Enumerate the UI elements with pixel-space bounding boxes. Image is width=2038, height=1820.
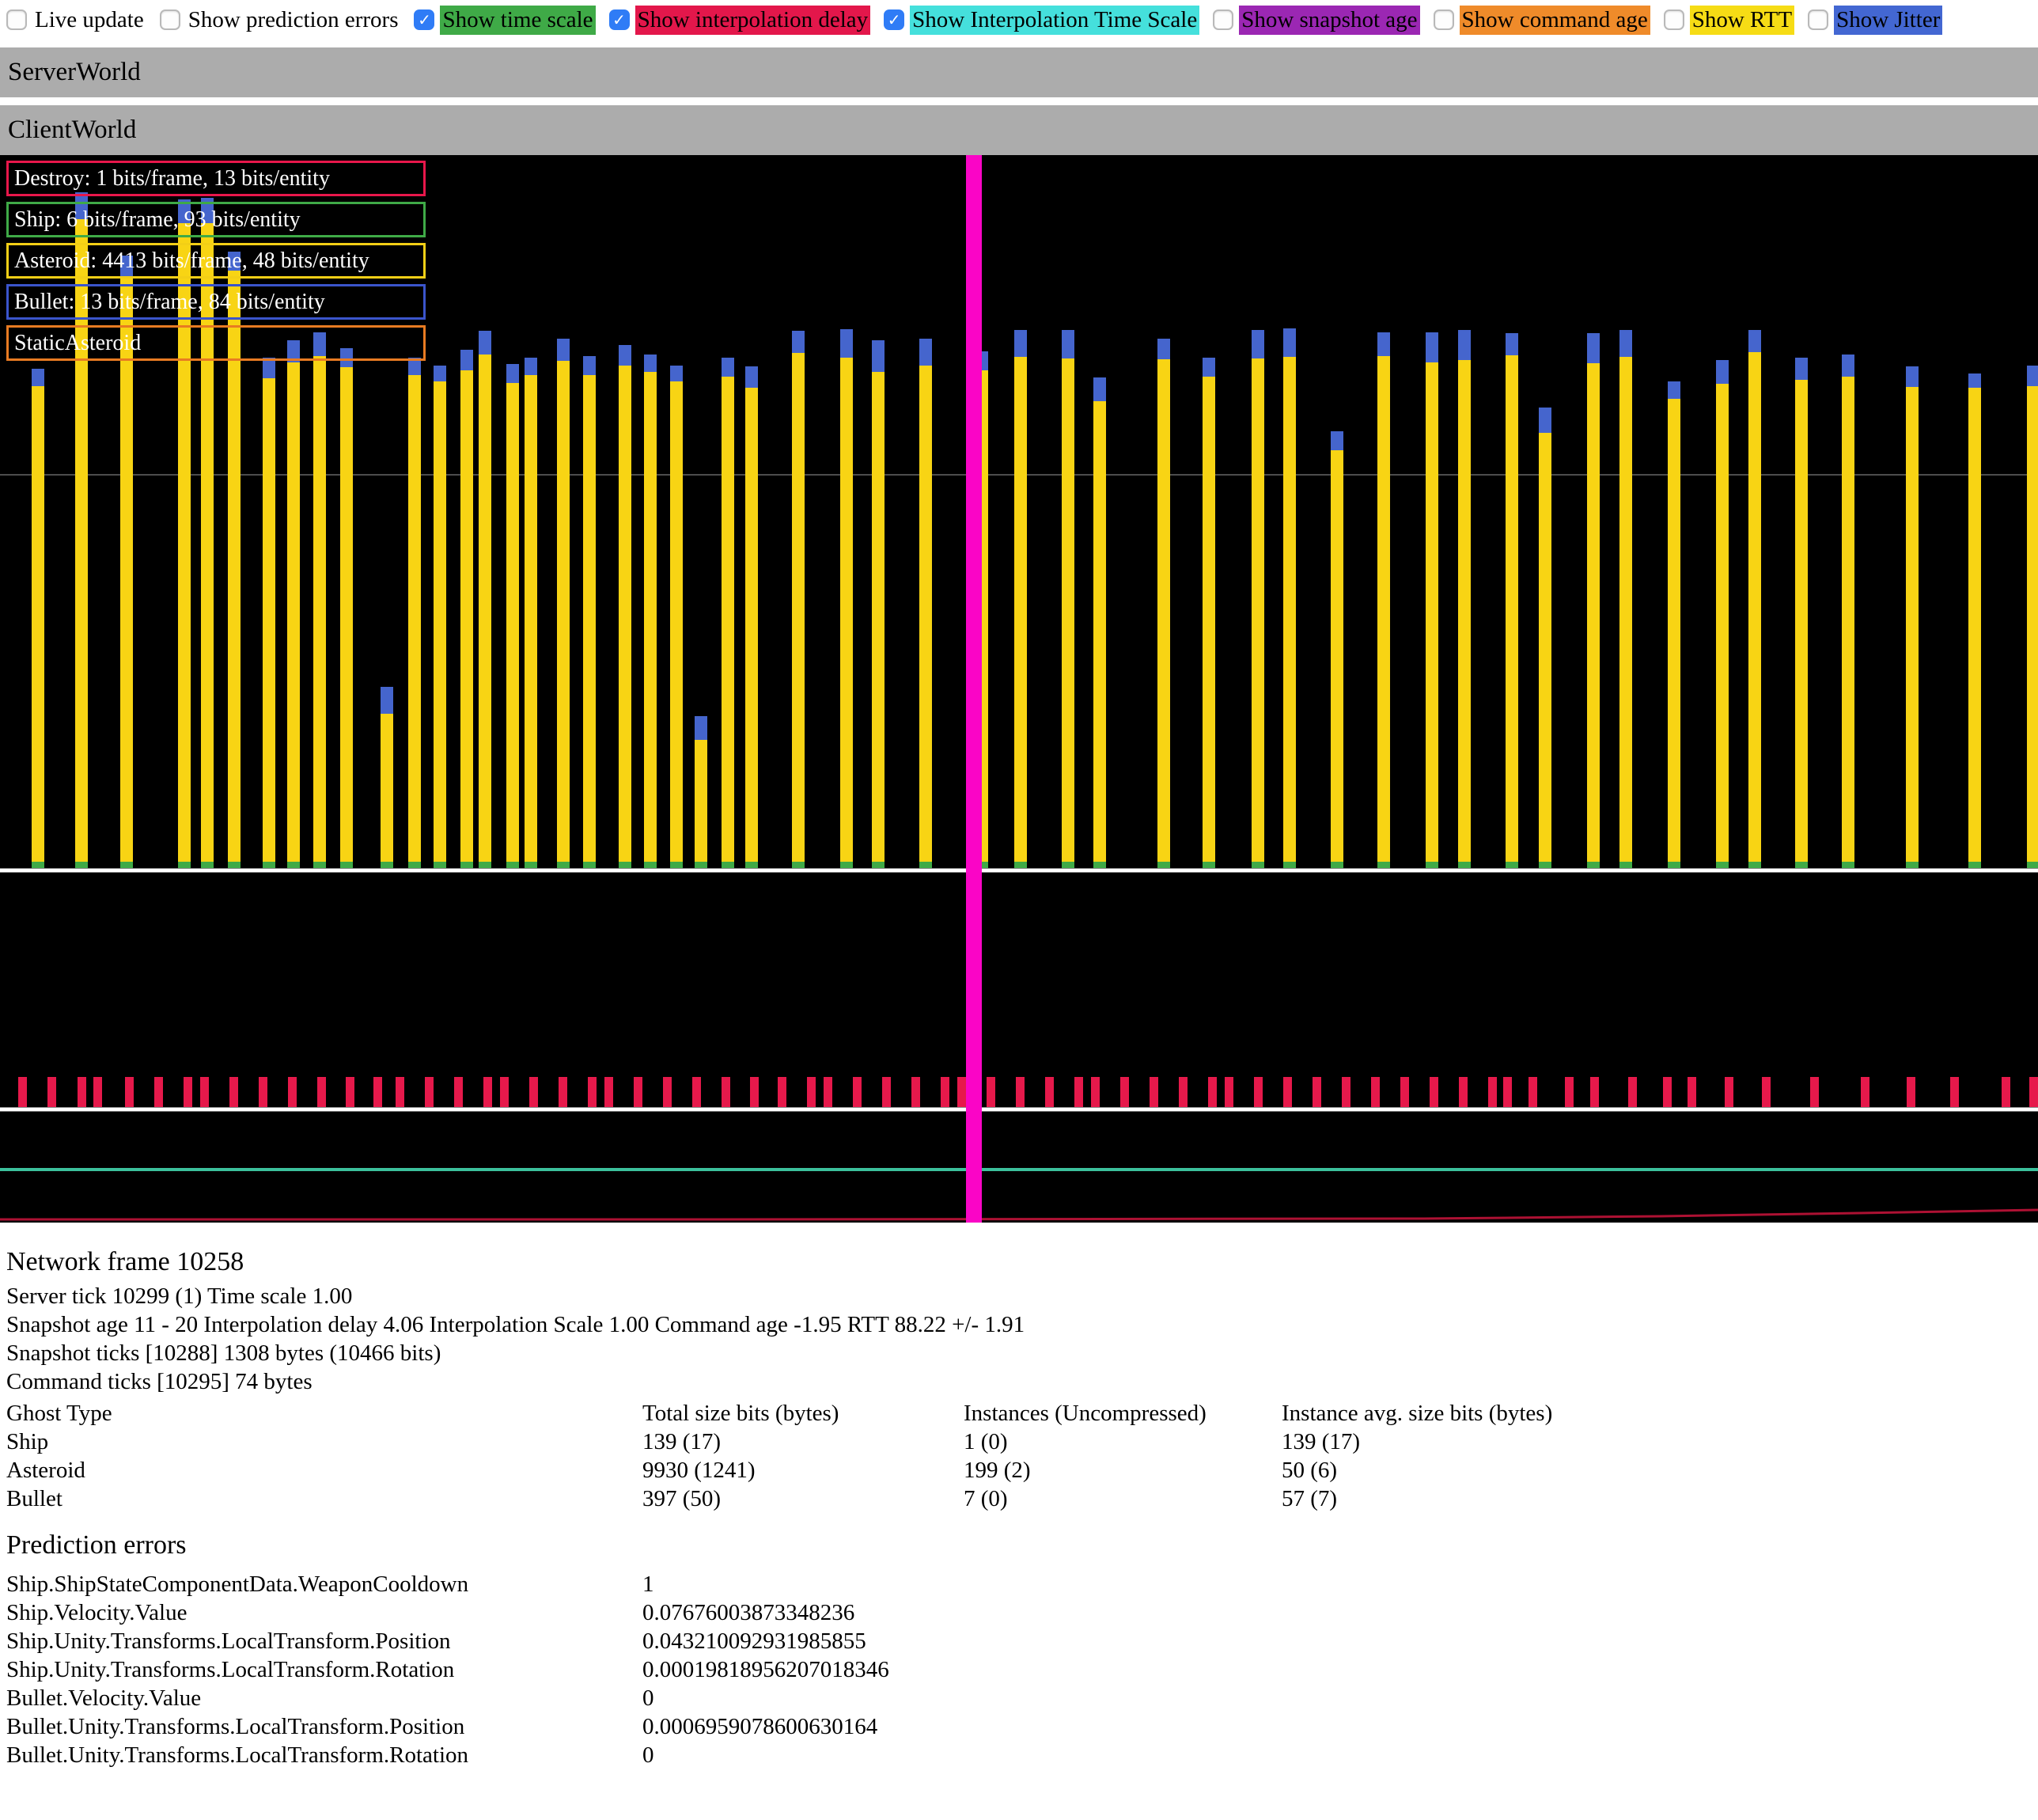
checkbox-icon[interactable] (6, 9, 27, 30)
chart-legend: Destroy: 1 bits/frame, 13 bits/entity Shi… (6, 161, 426, 366)
legend-item: StaticAsteroid (6, 325, 426, 361)
checkbox-icon[interactable] (1434, 9, 1454, 30)
prediction-error-cell: Bullet.Unity.Transforms.LocalTransform.R… (6, 1741, 642, 1769)
ghost-table-header: Instances (Uncompressed) (964, 1399, 1282, 1428)
toolbar-item-label: Show prediction errors (186, 6, 401, 35)
toolbar-item-label: Show Interpolation Time Scale (910, 6, 1199, 35)
ghost-table-cell: 139 (17) (642, 1428, 964, 1456)
prediction-error-cell: Bullet.Velocity.Value (6, 1684, 642, 1712)
toolbar-item-show-time-scale[interactable]: ✓ Show time scale (414, 6, 595, 35)
prediction-error-cell: Bullet.Unity.Transforms.LocalTransform.P… (6, 1712, 642, 1741)
toolbar-item-label: Show command age (1460, 6, 1650, 35)
prediction-error-cell: Ship.ShipStateComponentData.WeaponCooldo… (6, 1570, 642, 1598)
checkbox-icon[interactable] (1808, 9, 1828, 30)
legend-item: Destroy: 1 bits/frame, 13 bits/entity (6, 161, 426, 196)
stat-line: Server tick 10299 (1) Time scale 1.00 (6, 1282, 1025, 1310)
ghost-table: Ghost TypeTotal size bits (bytes)Instanc… (6, 1399, 1552, 1513)
checkbox-icon[interactable]: ✓ (609, 9, 630, 30)
frame-stats: Server tick 10299 (1) Time scale 1.00Sna… (6, 1282, 1025, 1396)
server-world-header[interactable]: ServerWorld (0, 47, 2038, 97)
toolbar-item-show-prediction-errors[interactable]: Show prediction errors (160, 6, 401, 35)
toolbar-item-label: Show interpolation delay (635, 6, 871, 35)
ghost-table-header: Instance avg. size bits (bytes) (1282, 1399, 1552, 1428)
ghost-table-cell: 57 (7) (1282, 1484, 1552, 1513)
prediction-error-cell: Ship.Unity.Transforms.LocalTransform.Pos… (6, 1627, 642, 1655)
ghost-table-cell: 397 (50) (642, 1484, 964, 1513)
stat-line: Command ticks [10295] 74 bytes (6, 1367, 1025, 1396)
prediction-error-cell: 0.07676003873348236 (642, 1598, 889, 1627)
prediction-error-cell: Ship.Unity.Transforms.LocalTransform.Rot… (6, 1655, 642, 1684)
prediction-errors-table: Ship.ShipStateComponentData.WeaponCooldo… (6, 1570, 889, 1769)
legend-item: Ship: 6 bits/frame, 93 bits/entity (6, 202, 426, 237)
toolbar-item-label: Show Jitter (1834, 6, 1942, 35)
ghost-table-cell: Asteroid (6, 1456, 642, 1484)
ghost-table-cell: Ship (6, 1428, 642, 1456)
server-world-label: ServerWorld (8, 58, 141, 86)
prediction-errors-title: Prediction errors (6, 1530, 187, 1560)
toolbar: Live update Show prediction errors ✓ Show t… (0, 0, 2038, 40)
prediction-error-cell: 0 (642, 1741, 889, 1769)
toolbar-item-show-interpolation-time-scale[interactable]: ✓ Show Interpolation Time Scale (884, 6, 1199, 35)
toolbar-item-show-interpolation-delay[interactable]: ✓Show interpolation delay (609, 6, 871, 35)
toolbar-item-show-rtt[interactable]: Show RTT (1664, 6, 1794, 35)
toolbar-item-label: Show RTT (1690, 6, 1794, 35)
checkbox-icon[interactable]: ✓ (884, 9, 904, 30)
ghost-table-cell: Bullet (6, 1484, 642, 1513)
current-frame-marker (966, 155, 982, 1223)
ghost-table-header: Total size bits (bytes) (642, 1399, 964, 1428)
prediction-error-cell: 0.00019818956207018346 (642, 1655, 889, 1684)
prediction-error-cell: Ship.Velocity.Value (6, 1598, 642, 1627)
ghost-table-cell: 1 (0) (964, 1428, 1282, 1456)
toolbar-item-show-jitter[interactable]: Show Jitter (1808, 6, 1942, 35)
ghost-table-cell: 7 (0) (964, 1484, 1282, 1513)
client-world-header[interactable]: ClientWorld (0, 105, 2038, 155)
ghost-table-cell: 9930 (1241) (642, 1456, 964, 1484)
ghost-table-cell: 139 (17) (1282, 1428, 1552, 1456)
toolbar-item-label: Show snapshot age (1239, 6, 1419, 35)
toolbar-item-show-snapshot-age[interactable]: Show snapshot age (1213, 6, 1419, 35)
stat-line: Snapshot ticks [10288] 1308 bytes (10466… (6, 1339, 1025, 1367)
prediction-error-cell: 1 (642, 1570, 889, 1598)
snapshot-chart[interactable]: Destroy: 1 bits/frame, 13 bits/entity Shi… (0, 155, 2038, 1223)
toolbar-item-label: Live update (32, 6, 146, 35)
toolbar-item-live-update[interactable]: Live update (6, 6, 146, 35)
prediction-error-cell: 0.043210092931985855 (642, 1627, 889, 1655)
checkbox-icon[interactable]: ✓ (414, 9, 434, 30)
toolbar-item-label: Show time scale (440, 6, 595, 35)
ghost-table-cell: 50 (6) (1282, 1456, 1552, 1484)
stat-line: Snapshot age 11 - 20 Interpolation delay… (6, 1310, 1025, 1339)
ghost-table-cell: 199 (2) (964, 1456, 1282, 1484)
legend-item: Asteroid: 4413 bits/frame, 48 bits/entit… (6, 243, 426, 279)
prediction-error-cell: 0.0006959078600630164 (642, 1712, 889, 1741)
prediction-error-cell: 0 (642, 1684, 889, 1712)
toolbar-item-show-command-age[interactable]: Show command age (1434, 6, 1650, 35)
ghost-table-header: Ghost Type (6, 1399, 642, 1428)
checkbox-icon[interactable] (1664, 9, 1684, 30)
network-frame-title: Network frame 10258 (6, 1247, 244, 1277)
client-world-label: ClientWorld (8, 116, 136, 144)
legend-item: Bullet: 13 bits/frame, 84 bits/entity (6, 284, 426, 320)
netdbg-page: Live update Show prediction errors ✓ Show t… (0, 0, 2038, 1820)
checkbox-icon[interactable] (1213, 9, 1233, 30)
checkbox-icon[interactable] (160, 9, 180, 30)
